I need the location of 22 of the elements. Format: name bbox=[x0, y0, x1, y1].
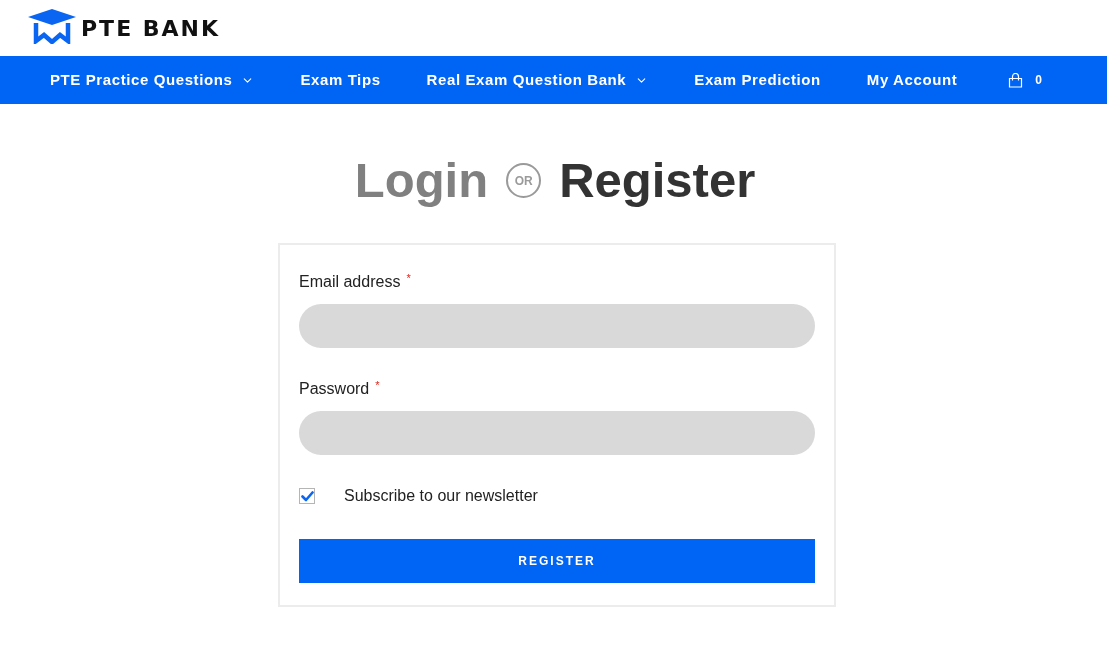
required-mark: * bbox=[375, 380, 380, 391]
nav-link[interactable]: My Account bbox=[843, 56, 981, 104]
input-field[interactable] bbox=[299, 411, 815, 455]
check-icon bbox=[300, 490, 314, 502]
nav-link[interactable]: Exam Tips bbox=[277, 56, 404, 104]
graduation-cap-logo-icon bbox=[28, 9, 76, 44]
logo-text[interactable]: PTE BANK bbox=[81, 13, 221, 40]
nav-link[interactable]: Real Exam Question Bank bbox=[403, 56, 672, 104]
input-field[interactable] bbox=[299, 304, 815, 348]
field-label: Password bbox=[299, 379, 370, 399]
cart-link[interactable]: 0 bbox=[985, 56, 1065, 104]
newsletter-checkbox[interactable] bbox=[299, 488, 315, 504]
form-tab[interactable]: Register bbox=[559, 156, 756, 205]
newsletter-label: Subscribe to our newsletter bbox=[344, 486, 538, 506]
required-mark: * bbox=[406, 273, 411, 284]
register-button[interactable]: REGISTER bbox=[299, 539, 815, 583]
field-label: Email address bbox=[299, 272, 401, 292]
form-tab[interactable]: Login bbox=[354, 156, 489, 205]
nav-link[interactable]: PTE Practice Questions bbox=[27, 56, 278, 104]
or-separator: OR bbox=[506, 163, 542, 198]
shopping-bag-icon bbox=[1008, 72, 1024, 88]
nav-link[interactable]: Exam Prediction bbox=[671, 56, 844, 104]
